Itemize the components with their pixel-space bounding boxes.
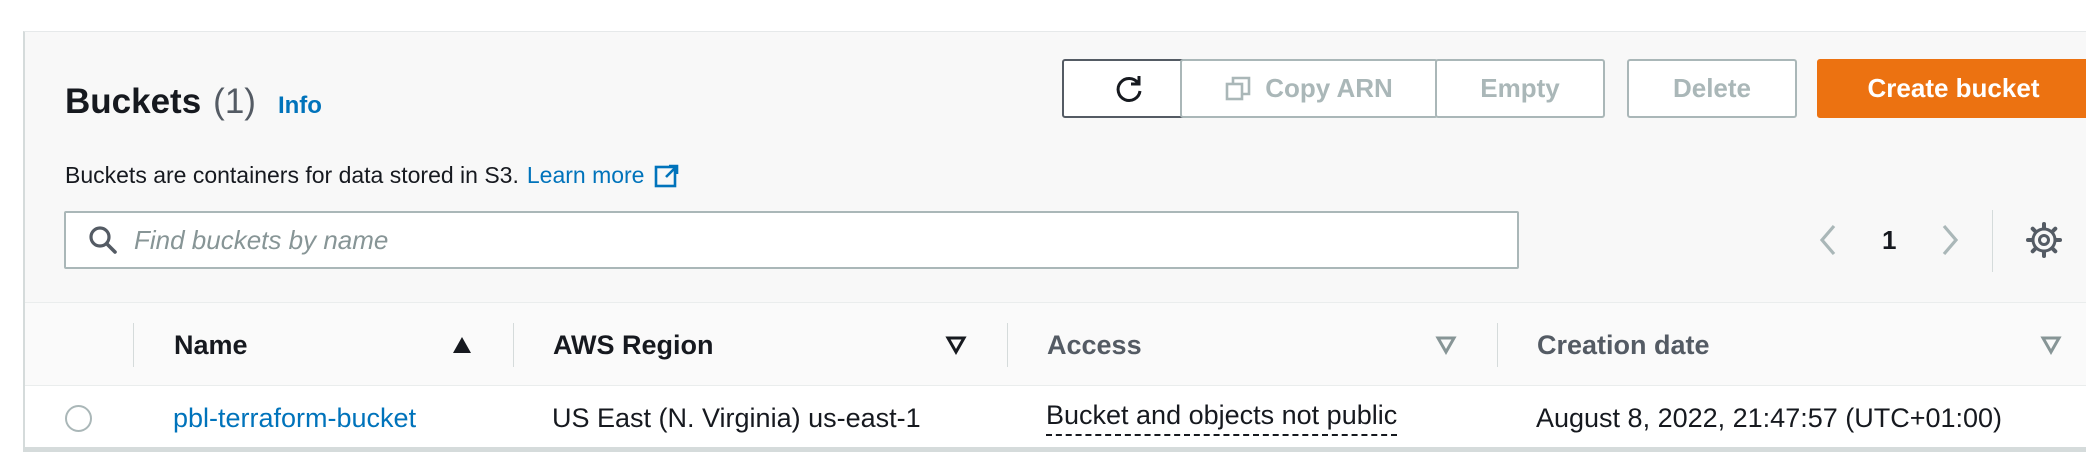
column-divider	[133, 323, 134, 367]
sort-icon[interactable]	[1435, 335, 1457, 355]
left-rail	[0, 0, 24, 452]
table-row[interactable]: pbl-terraform-bucket US East (N. Virgini…	[25, 386, 2086, 452]
bottom-border	[25, 447, 2086, 452]
copy-icon	[1225, 76, 1251, 100]
settings-gear-icon[interactable]	[2026, 222, 2062, 263]
learn-more-link[interactable]: Learn more	[527, 162, 645, 189]
column-divider	[513, 323, 514, 367]
delete-label: Delete	[1672, 73, 1752, 103]
create-bucket-label: Create bucket	[1867, 73, 2040, 103]
search-box[interactable]	[64, 211, 1519, 269]
bucket-count: (1)	[213, 82, 256, 121]
next-page-icon[interactable]	[1940, 223, 1960, 257]
column-divider	[1007, 323, 1008, 367]
previous-page-icon[interactable]	[1818, 223, 1838, 257]
copy-arn-button[interactable]: Copy ARN	[1180, 59, 1438, 118]
delete-button[interactable]: Delete	[1627, 59, 1797, 118]
sort-descending-icon[interactable]	[945, 335, 967, 355]
copy-arn-label: Copy ARN	[1265, 73, 1393, 103]
external-link-icon[interactable]	[654, 163, 680, 189]
bucket-creation-date: August 8, 2022, 21:47:57 (UTC+01:00)	[1536, 402, 2003, 433]
search-icon	[89, 226, 117, 254]
row-select-radio[interactable]	[65, 405, 92, 432]
page-title: Buckets (1) Info	[65, 82, 322, 122]
table-header: Name AWS Region Access Creation date	[25, 302, 2086, 386]
bucket-access: Bucket and objects not public	[1046, 386, 1398, 450]
info-link[interactable]: Info	[278, 92, 322, 120]
pager-divider	[1992, 210, 1993, 272]
column-header-region[interactable]: AWS Region	[553, 303, 714, 387]
sort-ascending-icon[interactable]	[451, 335, 473, 355]
refresh-icon	[1116, 75, 1142, 102]
empty-label: Empty	[1480, 73, 1560, 103]
bucket-name-link[interactable]: pbl-terraform-bucket	[173, 386, 416, 450]
description: Buckets are containers for data stored i…	[65, 162, 680, 189]
page-number[interactable]: 1	[1882, 225, 1896, 256]
refresh-button[interactable]	[1062, 59, 1196, 118]
pagination: 1	[1818, 218, 1960, 262]
sort-icon[interactable]	[2040, 335, 2062, 355]
empty-button[interactable]: Empty	[1435, 59, 1605, 118]
create-bucket-button[interactable]: Create bucket	[1817, 59, 2086, 118]
column-header-creation-date[interactable]: Creation date	[1537, 303, 1710, 387]
bucket-region: US East (N. Virginia) us-east-1	[552, 402, 921, 433]
description-text: Buckets are containers for data stored i…	[65, 162, 519, 188]
bucket-access-text[interactable]: Bucket and objects not public	[1046, 400, 1398, 436]
column-header-access[interactable]: Access	[1047, 303, 1142, 387]
title-text: Buckets	[65, 82, 202, 121]
search-input[interactable]	[134, 224, 1514, 256]
column-header-name[interactable]: Name	[174, 303, 248, 387]
column-divider	[1497, 323, 1498, 367]
